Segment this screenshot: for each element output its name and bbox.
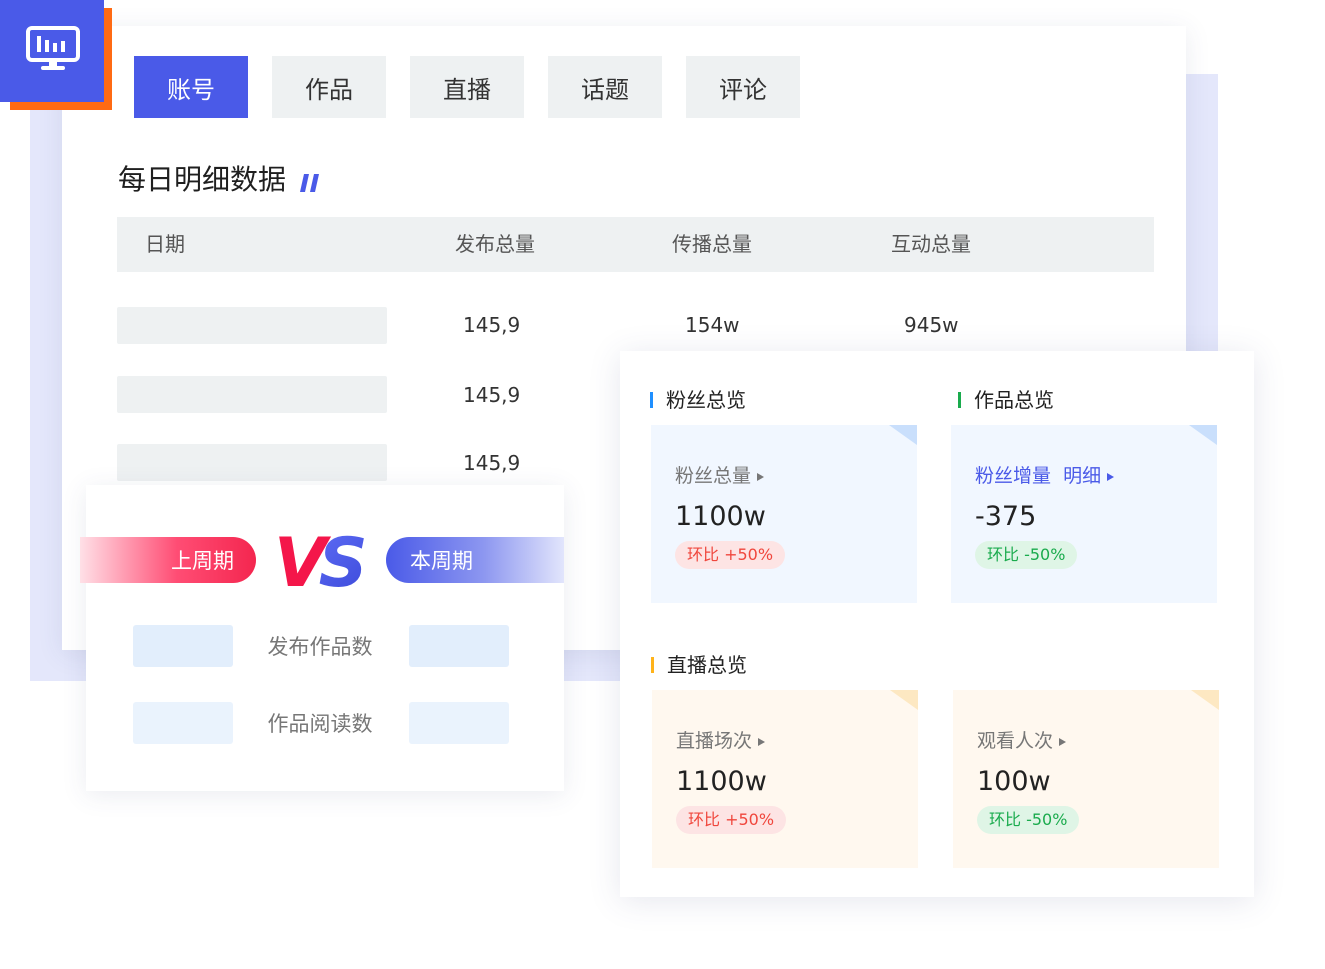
metric-label-reads: 作品阅读数 <box>267 712 373 736</box>
vs-letter-s-part: S <box>319 524 368 594</box>
vs-logo: VS <box>274 524 368 594</box>
this-period-value-box <box>409 625 509 667</box>
triangle-right-icon <box>758 737 766 746</box>
date-placeholder <box>117 307 387 344</box>
daily-data-title: 每日明细数据 <box>118 163 287 196</box>
vs-letter-v: VS <box>274 524 368 594</box>
tile-corner <box>1189 425 1217 445</box>
triangle-right-icon <box>1107 472 1115 481</box>
detail-link[interactable]: 明细 <box>1063 465 1101 487</box>
fans-overview-title: 粉丝总览 <box>666 388 746 412</box>
viewers-label-text: 观看人次 <box>977 730 1054 752</box>
this-period-pill: 本周期 <box>386 537 564 583</box>
app-logo <box>0 0 104 102</box>
cell-publish: 145,9 <box>463 451 521 475</box>
change-badge: 环比 +50% <box>675 541 786 569</box>
last-period-value-box <box>133 702 233 744</box>
column-header-date: 日期 <box>145 232 185 256</box>
last-period-label: 上周期 <box>171 549 234 573</box>
viewers-label: 观看人次 <box>977 726 1067 753</box>
last-period-pill: 上周期 <box>80 537 256 583</box>
double-slash-icon <box>300 174 319 192</box>
this-period-label: 本周期 <box>410 549 473 573</box>
cell-interact: 945w <box>904 313 959 337</box>
works-overview-title: 作品总览 <box>974 388 1054 412</box>
column-header-spread: 传播总量 <box>672 232 752 256</box>
live-sessions-label: 直播场次 <box>676 726 766 753</box>
tab-account[interactable]: 账号 <box>134 56 248 118</box>
fans-total-tile[interactable]: 粉丝总量 1100w 环比 +50% <box>651 425 917 603</box>
tab-topics[interactable]: 话题 <box>548 56 662 118</box>
column-header-publish: 发布总量 <box>455 232 535 256</box>
live-overview-title: 直播总览 <box>667 653 747 677</box>
cell-publish: 145,9 <box>463 313 521 337</box>
triangle-right-icon <box>757 472 765 481</box>
this-period-value-box <box>409 702 509 744</box>
metric-label-publish: 发布作品数 <box>267 635 373 659</box>
triangle-right-icon <box>1059 737 1067 746</box>
change-badge: 环比 +50% <box>676 806 787 834</box>
fans-total-label-text: 粉丝总量 <box>675 465 752 487</box>
change-badge: 环比 -50% <box>977 806 1080 834</box>
cell-spread: 154w <box>685 313 740 337</box>
viewers-value: 100w <box>977 766 1051 797</box>
fans-increase-label: 粉丝增量 明细 <box>975 461 1115 488</box>
fans-increase-label-text: 粉丝增量 <box>975 465 1052 487</box>
tile-corner <box>890 690 918 710</box>
viewers-tile[interactable]: 观看人次 100w 环比 -50% <box>953 690 1219 868</box>
cell-publish: 145,9 <box>463 383 521 407</box>
date-placeholder <box>117 444 387 481</box>
change-badge: 环比 -50% <box>975 541 1078 569</box>
last-period-value-box <box>133 625 233 667</box>
column-header-interact: 互动总量 <box>891 232 971 256</box>
live-sessions-value: 1100w <box>676 766 767 797</box>
fans-increase-tile[interactable]: 粉丝增量 明细 -375 环比 -50% <box>951 425 1217 603</box>
table-header <box>117 217 1154 272</box>
tile-corner <box>1191 690 1219 710</box>
tile-corner <box>889 425 917 445</box>
fans-increase-value: -375 <box>975 501 1037 532</box>
live-sessions-tile[interactable]: 直播场次 1100w 环比 +50% <box>652 690 918 868</box>
monitor-chart-icon <box>26 26 80 70</box>
fans-total-label: 粉丝总量 <box>675 461 765 488</box>
date-placeholder <box>117 376 387 413</box>
tab-live[interactable]: 直播 <box>410 56 524 118</box>
live-sessions-label-text: 直播场次 <box>676 730 753 752</box>
tab-works[interactable]: 作品 <box>272 56 386 118</box>
fans-total-value: 1100w <box>675 501 766 532</box>
tab-comments[interactable]: 评论 <box>686 56 800 118</box>
